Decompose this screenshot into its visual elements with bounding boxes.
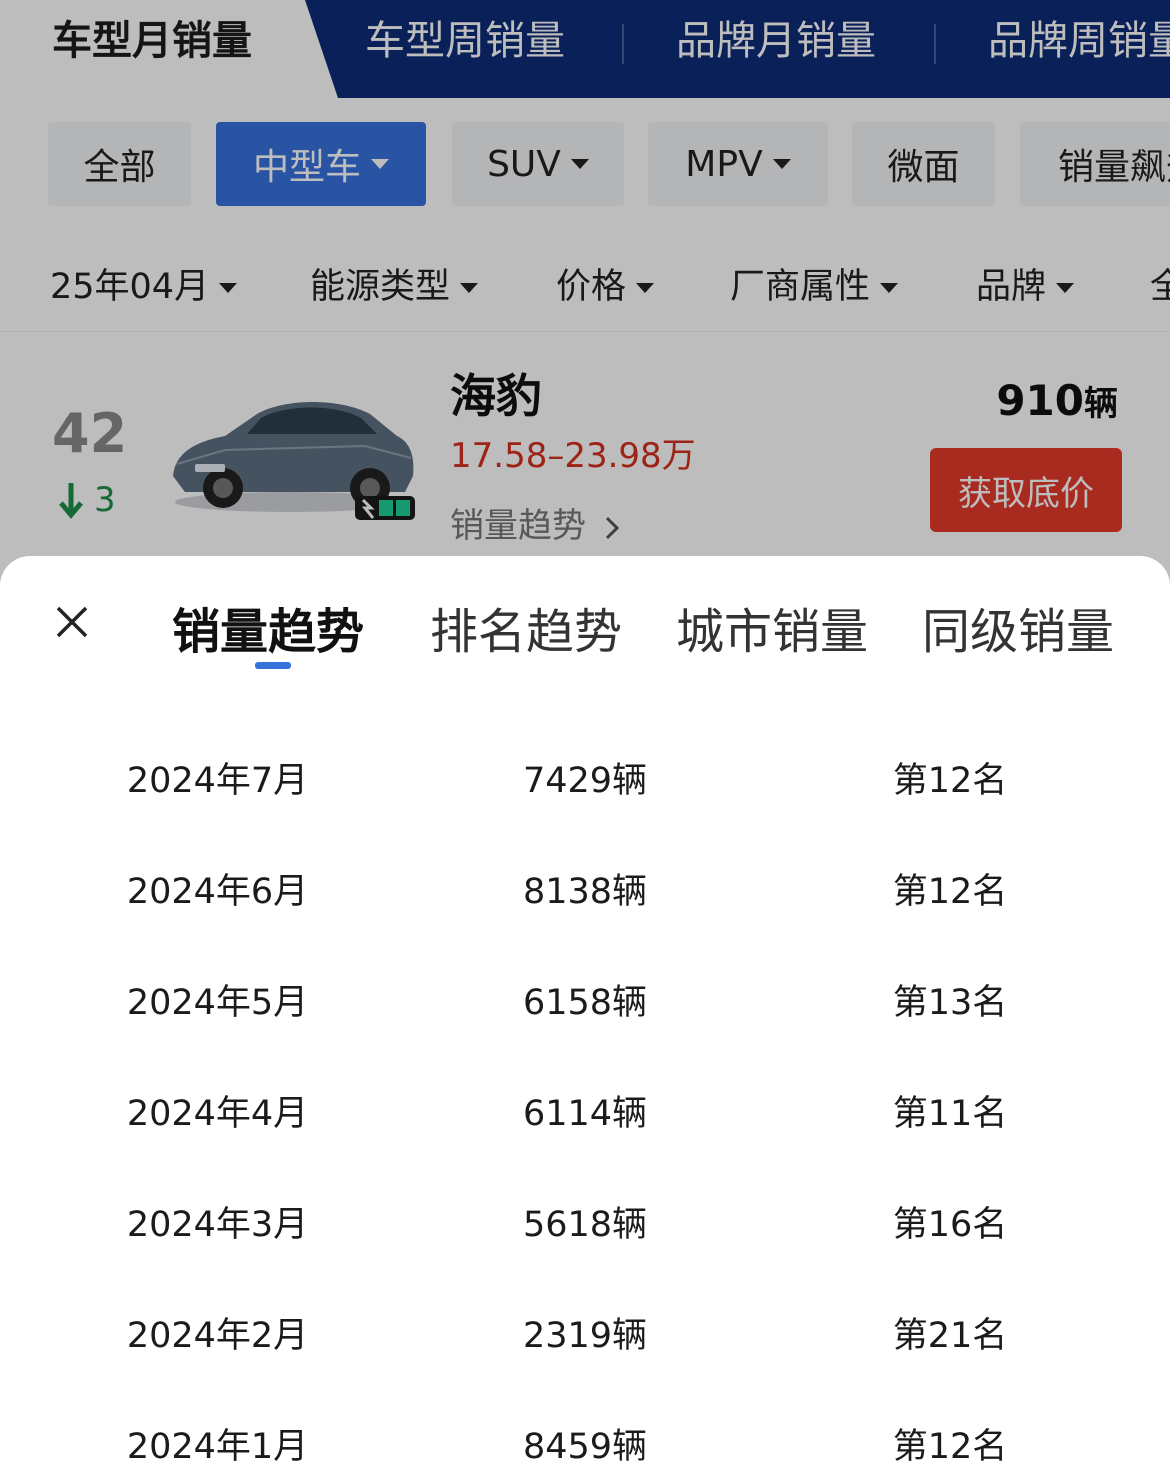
sales-cell: 8459辆 <box>522 1427 648 1467</box>
table-row: 2024年7月 7429辆 第12名 <box>0 716 1170 827</box>
sales-cell: 7429辆 <box>522 761 648 801</box>
table-row: 2024年3月 5618辆 第16名 <box>0 1160 1170 1271</box>
table-row: 2024年1月 8459辆 第12名 <box>0 1382 1170 1474</box>
table-row: 2024年2月 2319辆 第21名 <box>0 1271 1170 1382</box>
tab-sales-trend[interactable]: 销量趋势 <box>172 592 364 662</box>
sales-cell: 5618辆 <box>522 1205 648 1245</box>
active-tab-indicator <box>255 662 291 669</box>
month-cell: 2024年3月 <box>126 1205 309 1245</box>
sales-cell: 6158辆 <box>522 983 648 1023</box>
rank-cell: 第11名 <box>892 1094 1008 1134</box>
rank-cell: 第16名 <box>892 1205 1008 1245</box>
table-row: 2024年6月 8138辆 第12名 <box>0 827 1170 938</box>
month-cell: 2024年4月 <box>126 1094 309 1134</box>
sales-trend-sheet: 销量趋势 排名趋势 城市销量 同级销量 2024年7月 7429辆 第12名 2… <box>0 556 1170 1474</box>
month-cell: 2024年2月 <box>126 1316 309 1356</box>
tab-rank-trend[interactable]: 排名趋势 <box>430 592 622 662</box>
rank-cell: 第12名 <box>892 1427 1008 1467</box>
sales-cell: 2319辆 <box>522 1316 648 1356</box>
sales-cell: 8138辆 <box>522 872 648 912</box>
close-icon[interactable] <box>50 600 94 644</box>
rank-cell: 第13名 <box>892 983 1008 1023</box>
month-cell: 2024年5月 <box>126 983 309 1023</box>
table-row: 2024年4月 6114辆 第11名 <box>0 1049 1170 1160</box>
month-cell: 2024年7月 <box>126 761 309 801</box>
rank-cell: 第12名 <box>892 872 1008 912</box>
sales-cell: 6114辆 <box>522 1094 648 1134</box>
tab-city-sales[interactable]: 城市销量 <box>676 592 868 662</box>
month-cell: 2024年6月 <box>126 872 309 912</box>
table-row: 2024年5月 6158辆 第13名 <box>0 938 1170 1049</box>
month-cell: 2024年1月 <box>126 1427 309 1467</box>
rank-cell: 第21名 <box>892 1316 1008 1356</box>
rank-cell: 第12名 <box>892 761 1008 801</box>
tab-same-class-sales[interactable]: 同级销量 <box>922 592 1114 662</box>
